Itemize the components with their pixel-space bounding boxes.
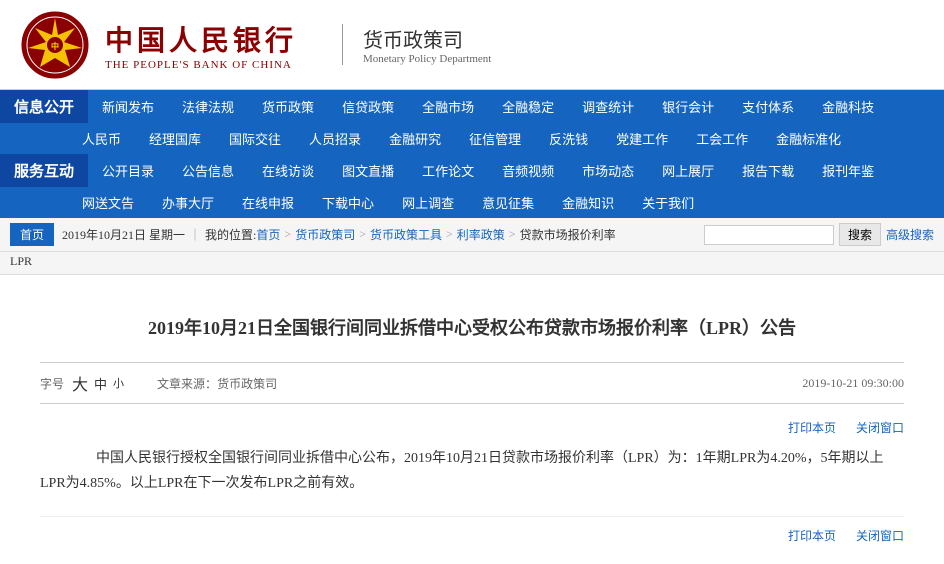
dept-name-cn: 货币政策司 [363, 24, 491, 53]
nav-section-label-1: 信息公开 [0, 90, 88, 123]
nav-row-1: 信息公开 新闻发布 法律法规 货币政策 信贷政策 全融市场 全融稳定 调查统计 … [0, 90, 944, 123]
bank-name-cn: 中国人民银行 [105, 19, 297, 59]
nav-item-jinrongyj[interactable]: 金融研究 [375, 123, 455, 154]
nav-item-zaixian[interactable]: 在线访谈 [248, 154, 328, 187]
breadcrumb-home[interactable]: 首页 [10, 223, 54, 246]
nav-item-gongkai[interactable]: 公开目录 [88, 154, 168, 187]
breadcrumb-link-home[interactable]: 首页 [256, 226, 280, 243]
bank-emblem-icon: 中 [20, 10, 90, 80]
nav-item-banshi[interactable]: 办事大厅 [148, 187, 228, 218]
nav-item-xiazai[interactable]: 下载中心 [308, 187, 388, 218]
nav-item-falv[interactable]: 法律法规 [168, 90, 248, 123]
close-link-bottom[interactable]: 关闭窗口 [856, 527, 904, 544]
nav-item-jinrongwd[interactable]: 全融稳定 [488, 90, 568, 123]
nav-section-label-3: 服务互动 [0, 154, 88, 187]
nav-item-yijianzj[interactable]: 意见征集 [468, 187, 548, 218]
nav-item-guanyu[interactable]: 关于我们 [628, 187, 708, 218]
article-meta: 字号 大 中 小 文章来源：货币政策司 2019-10-21 09:30:00 [40, 362, 904, 404]
action-bar-bottom: 打印本页 关闭窗口 [40, 516, 904, 544]
nav-items-row4: 网送文告 办事大厅 在线申报 下载中心 网上调查 意见征集 金融知识 关于我们 [68, 187, 944, 218]
breadcrumb-link-rate[interactable]: 利率政策 [457, 226, 505, 243]
font-size-small-btn[interactable]: 小 [113, 375, 124, 391]
breadcrumb-position-label: 我的位置: [205, 226, 256, 243]
nav-items-row3: 公开目录 公告信息 在线访谈 图文直播 工作论文 音频视频 市场动态 网上展厅 … [88, 154, 944, 187]
breadcrumb-current: 贷款市场报价利率 [520, 226, 616, 243]
font-size-medium-btn[interactable]: 中 [94, 374, 107, 393]
article-title: 2019年10月21日全国银行间同业拆借中心受权公布贷款市场报价利率（LPR）公… [40, 315, 904, 342]
lpr-sublabel: LPR [0, 252, 944, 275]
nav-item-baokannj[interactable]: 报刊年鉴 [808, 154, 888, 187]
article-date: 2019-10-21 09:30:00 [802, 376, 904, 391]
nav-row-4: 网送文告 办事大厅 在线申报 下载中心 网上调查 意见征集 金融知识 关于我们 [0, 187, 944, 218]
nav-row-3: 服务互动 公开目录 公告信息 在线访谈 图文直播 工作论文 音频视频 市场动态 … [0, 154, 944, 187]
article-source: 文章来源：货币政策司 [157, 375, 277, 392]
nav-item-tuwen[interactable]: 图文直播 [328, 154, 408, 187]
dept-info: 货币政策司 Monetary Policy Department [342, 24, 491, 65]
nav-item-gongzuolw[interactable]: 工作论文 [408, 154, 488, 187]
font-size-label: 字号 [40, 375, 64, 392]
bank-name-en: THE PEOPLE'S BANK OF CHINA [105, 59, 292, 71]
font-size-large-btn[interactable]: 大 [72, 371, 88, 395]
print-link-top[interactable]: 打印本页 [788, 419, 836, 436]
nav-item-yinpin[interactable]: 音频视频 [488, 154, 568, 187]
action-bar-top: 打印本页 关闭窗口 [40, 419, 904, 436]
breadcrumb-search-area: 搜索 高级搜索 [704, 223, 934, 246]
close-link-top[interactable]: 关闭窗口 [856, 419, 904, 436]
dept-name-en: Monetary Policy Department [363, 53, 491, 65]
nav-item-jingligk[interactable]: 经理国库 [135, 123, 215, 154]
breadcrumb-link-tools[interactable]: 货币政策工具 [370, 226, 442, 243]
navigation: 信息公开 新闻发布 法律法规 货币政策 信贷政策 全融市场 全融稳定 调查统计 … [0, 90, 944, 218]
nav-item-jinrongkj[interactable]: 金融科技 [808, 90, 888, 123]
nav-items-row2: 人民币 经理国库 国际交往 人员招录 金融研究 征信管理 反洗钱 党建工作 工会… [68, 123, 944, 154]
nav-item-gonggao[interactable]: 公告信息 [168, 154, 248, 187]
nav-item-jinrongbz[interactable]: 金融标准化 [762, 123, 855, 154]
nav-item-dangjian[interactable]: 党建工作 [602, 123, 682, 154]
search-button[interactable]: 搜索 [839, 223, 881, 246]
print-link-bottom[interactable]: 打印本页 [788, 527, 836, 544]
nav-item-renminbi[interactable]: 人民币 [68, 123, 135, 154]
breadcrumb-link-dept[interactable]: 货币政策司 [295, 226, 355, 243]
breadcrumb-date: 2019年10月21日 星期一 [62, 226, 185, 243]
nav-item-fanxi[interactable]: 反洗钱 [535, 123, 602, 154]
nav-item-baogao[interactable]: 报告下载 [728, 154, 808, 187]
nav-item-wangshang[interactable]: 网上展厅 [648, 154, 728, 187]
nav-item-xinwen[interactable]: 新闻发布 [88, 90, 168, 123]
svg-text:中: 中 [51, 41, 59, 51]
nav-items-row1: 新闻发布 法律法规 货币政策 信贷政策 全融市场 全融稳定 调查统计 银行会计 … [88, 90, 944, 123]
nav-item-zaixiansb[interactable]: 在线申报 [228, 187, 308, 218]
article-body: 中国人民银行授权全国银行间同业拆借中心公布，2019年10月21日贷款市场报价利… [40, 446, 904, 496]
page-header: 中 中国人民银行 THE PEOPLE'S BANK OF CHINA 货币政策… [0, 0, 944, 90]
nav-item-xindai[interactable]: 信贷政策 [328, 90, 408, 123]
logo-text: 中国人民银行 THE PEOPLE'S BANK OF CHINA [105, 19, 297, 71]
nav-item-jinrongsc[interactable]: 全融市场 [408, 90, 488, 123]
nav-item-renyuan[interactable]: 人员招录 [295, 123, 375, 154]
nav-item-zhengxin[interactable]: 征信管理 [455, 123, 535, 154]
nav-item-guoji[interactable]: 国际交往 [215, 123, 295, 154]
nav-item-diaocha[interactable]: 调查统计 [568, 90, 648, 123]
nav-item-jinrongzs[interactable]: 金融知识 [548, 187, 628, 218]
nav-item-gonghui[interactable]: 工会工作 [682, 123, 762, 154]
article-content: 2019年10月21日全国银行间同业拆借中心受权公布贷款市场报价利率（LPR）公… [0, 275, 944, 564]
nav-item-huobi[interactable]: 货币政策 [248, 90, 328, 123]
nav-item-wangshangdc[interactable]: 网上调查 [388, 187, 468, 218]
nav-row-2: 人民币 经理国库 国际交往 人员招录 金融研究 征信管理 反洗钱 党建工作 工会… [0, 123, 944, 154]
search-input[interactable] [704, 225, 834, 245]
logo-area: 中 中国人民银行 THE PEOPLE'S BANK OF CHINA 货币政策… [20, 10, 491, 80]
nav-item-zhifu[interactable]: 支付体系 [728, 90, 808, 123]
advanced-search-link[interactable]: 高级搜索 [886, 226, 934, 243]
nav-item-wangsong[interactable]: 网送文告 [68, 187, 148, 218]
breadcrumb-bar: 首页 2019年10月21日 星期一 ｜ 我的位置: 首页 > 货币政策司 > … [0, 218, 944, 252]
nav-item-yinhang[interactable]: 银行会计 [648, 90, 728, 123]
nav-item-shichang[interactable]: 市场动态 [568, 154, 648, 187]
